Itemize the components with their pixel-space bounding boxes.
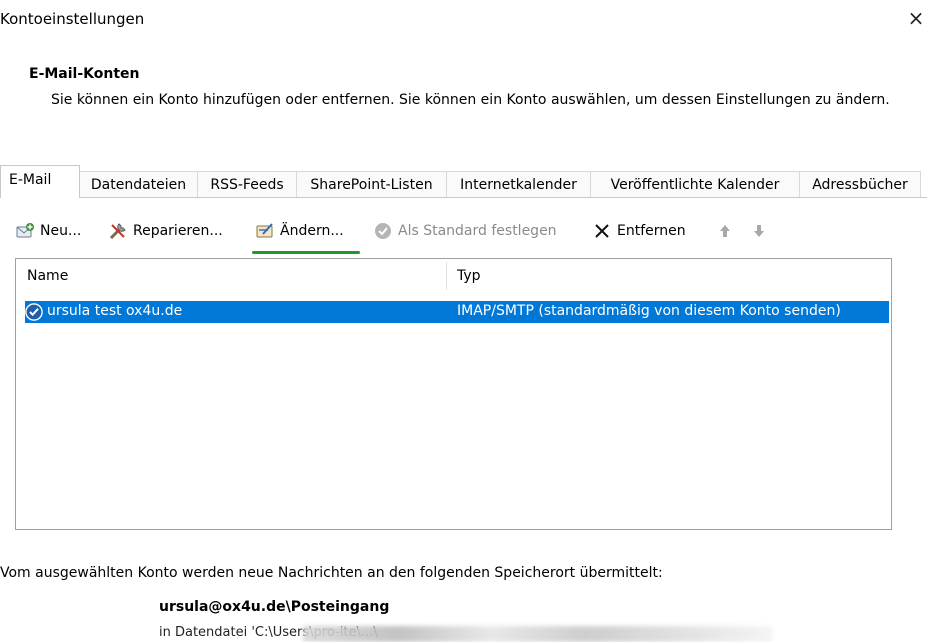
column-header-type[interactable]: Typ — [457, 268, 481, 284]
remove-button-label: Entfernen — [617, 223, 686, 239]
tab-divider — [0, 197, 927, 198]
change-button[interactable]: Ändern... — [255, 218, 344, 244]
repair-button[interactable]: Reparieren... — [108, 218, 223, 244]
tab-veroeffentlichte-kalender[interactable]: Veröffentlichte Kalender — [590, 171, 800, 197]
tab-email[interactable]: E-Mail — [0, 165, 80, 198]
set-default-button[interactable]: Als Standard festlegen — [373, 218, 557, 244]
remove-x-icon — [595, 224, 609, 238]
tab-internetkalender[interactable]: Internetkalender — [446, 171, 591, 197]
tab-datendateien[interactable]: Datendateien — [79, 171, 198, 197]
tools-icon — [109, 223, 126, 240]
delivery-folder: ursula@ox4u.de\Posteingang — [159, 599, 390, 615]
delivery-info: Vom ausgewählten Konto werden neue Nachr… — [0, 565, 663, 581]
account-type: IMAP/SMTP (standardmäßig von diesem Kont… — [457, 303, 841, 319]
redacted-path — [303, 626, 773, 642]
check-circle-icon — [375, 223, 391, 239]
tab-sharepoint-listen[interactable]: SharePoint-Listen — [296, 171, 447, 197]
section-description: Sie können ein Konto hinzufügen oder ent… — [51, 92, 890, 108]
repair-button-label: Reparieren... — [133, 223, 223, 239]
new-button-label: Neu... — [40, 223, 82, 239]
tab-adressbuecher[interactable]: Adressbücher — [799, 171, 921, 197]
move-down-button[interactable] — [749, 218, 769, 244]
move-up-button[interactable] — [715, 218, 735, 244]
account-name: ursula test ox4u.de — [47, 303, 183, 319]
tab-bar: E-Mail Datendateien RSS-Feeds SharePoint… — [0, 165, 927, 198]
account-list[interactable]: Name Typ ursula test ox4u.de IMAP/SMTP (… — [15, 258, 892, 530]
set-default-button-label: Als Standard festlegen — [398, 223, 557, 239]
toolbar: Neu... Reparieren... Ändern... Als Stand… — [15, 218, 915, 244]
column-divider[interactable] — [446, 262, 447, 290]
remove-button[interactable]: Entfernen — [592, 218, 686, 244]
column-header-name[interactable]: Name — [27, 268, 68, 284]
change-button-highlight — [252, 251, 360, 254]
new-account-icon — [16, 223, 34, 238]
tab-rss-feeds[interactable]: RSS-Feeds — [197, 171, 297, 197]
table-row[interactable]: ursula test ox4u.de IMAP/SMTP (standardm… — [25, 301, 889, 323]
arrow-up-icon — [720, 225, 730, 237]
change-button-label: Ändern... — [280, 223, 344, 239]
window-title: Kontoeinstellungen — [0, 10, 145, 28]
section-title: E-Mail-Konten — [29, 66, 140, 82]
arrow-down-icon — [754, 225, 764, 237]
close-icon[interactable]: × — [907, 6, 925, 30]
new-button[interactable]: Neu... — [15, 218, 81, 244]
change-account-icon — [256, 223, 273, 238]
default-account-check-icon — [25, 303, 43, 321]
